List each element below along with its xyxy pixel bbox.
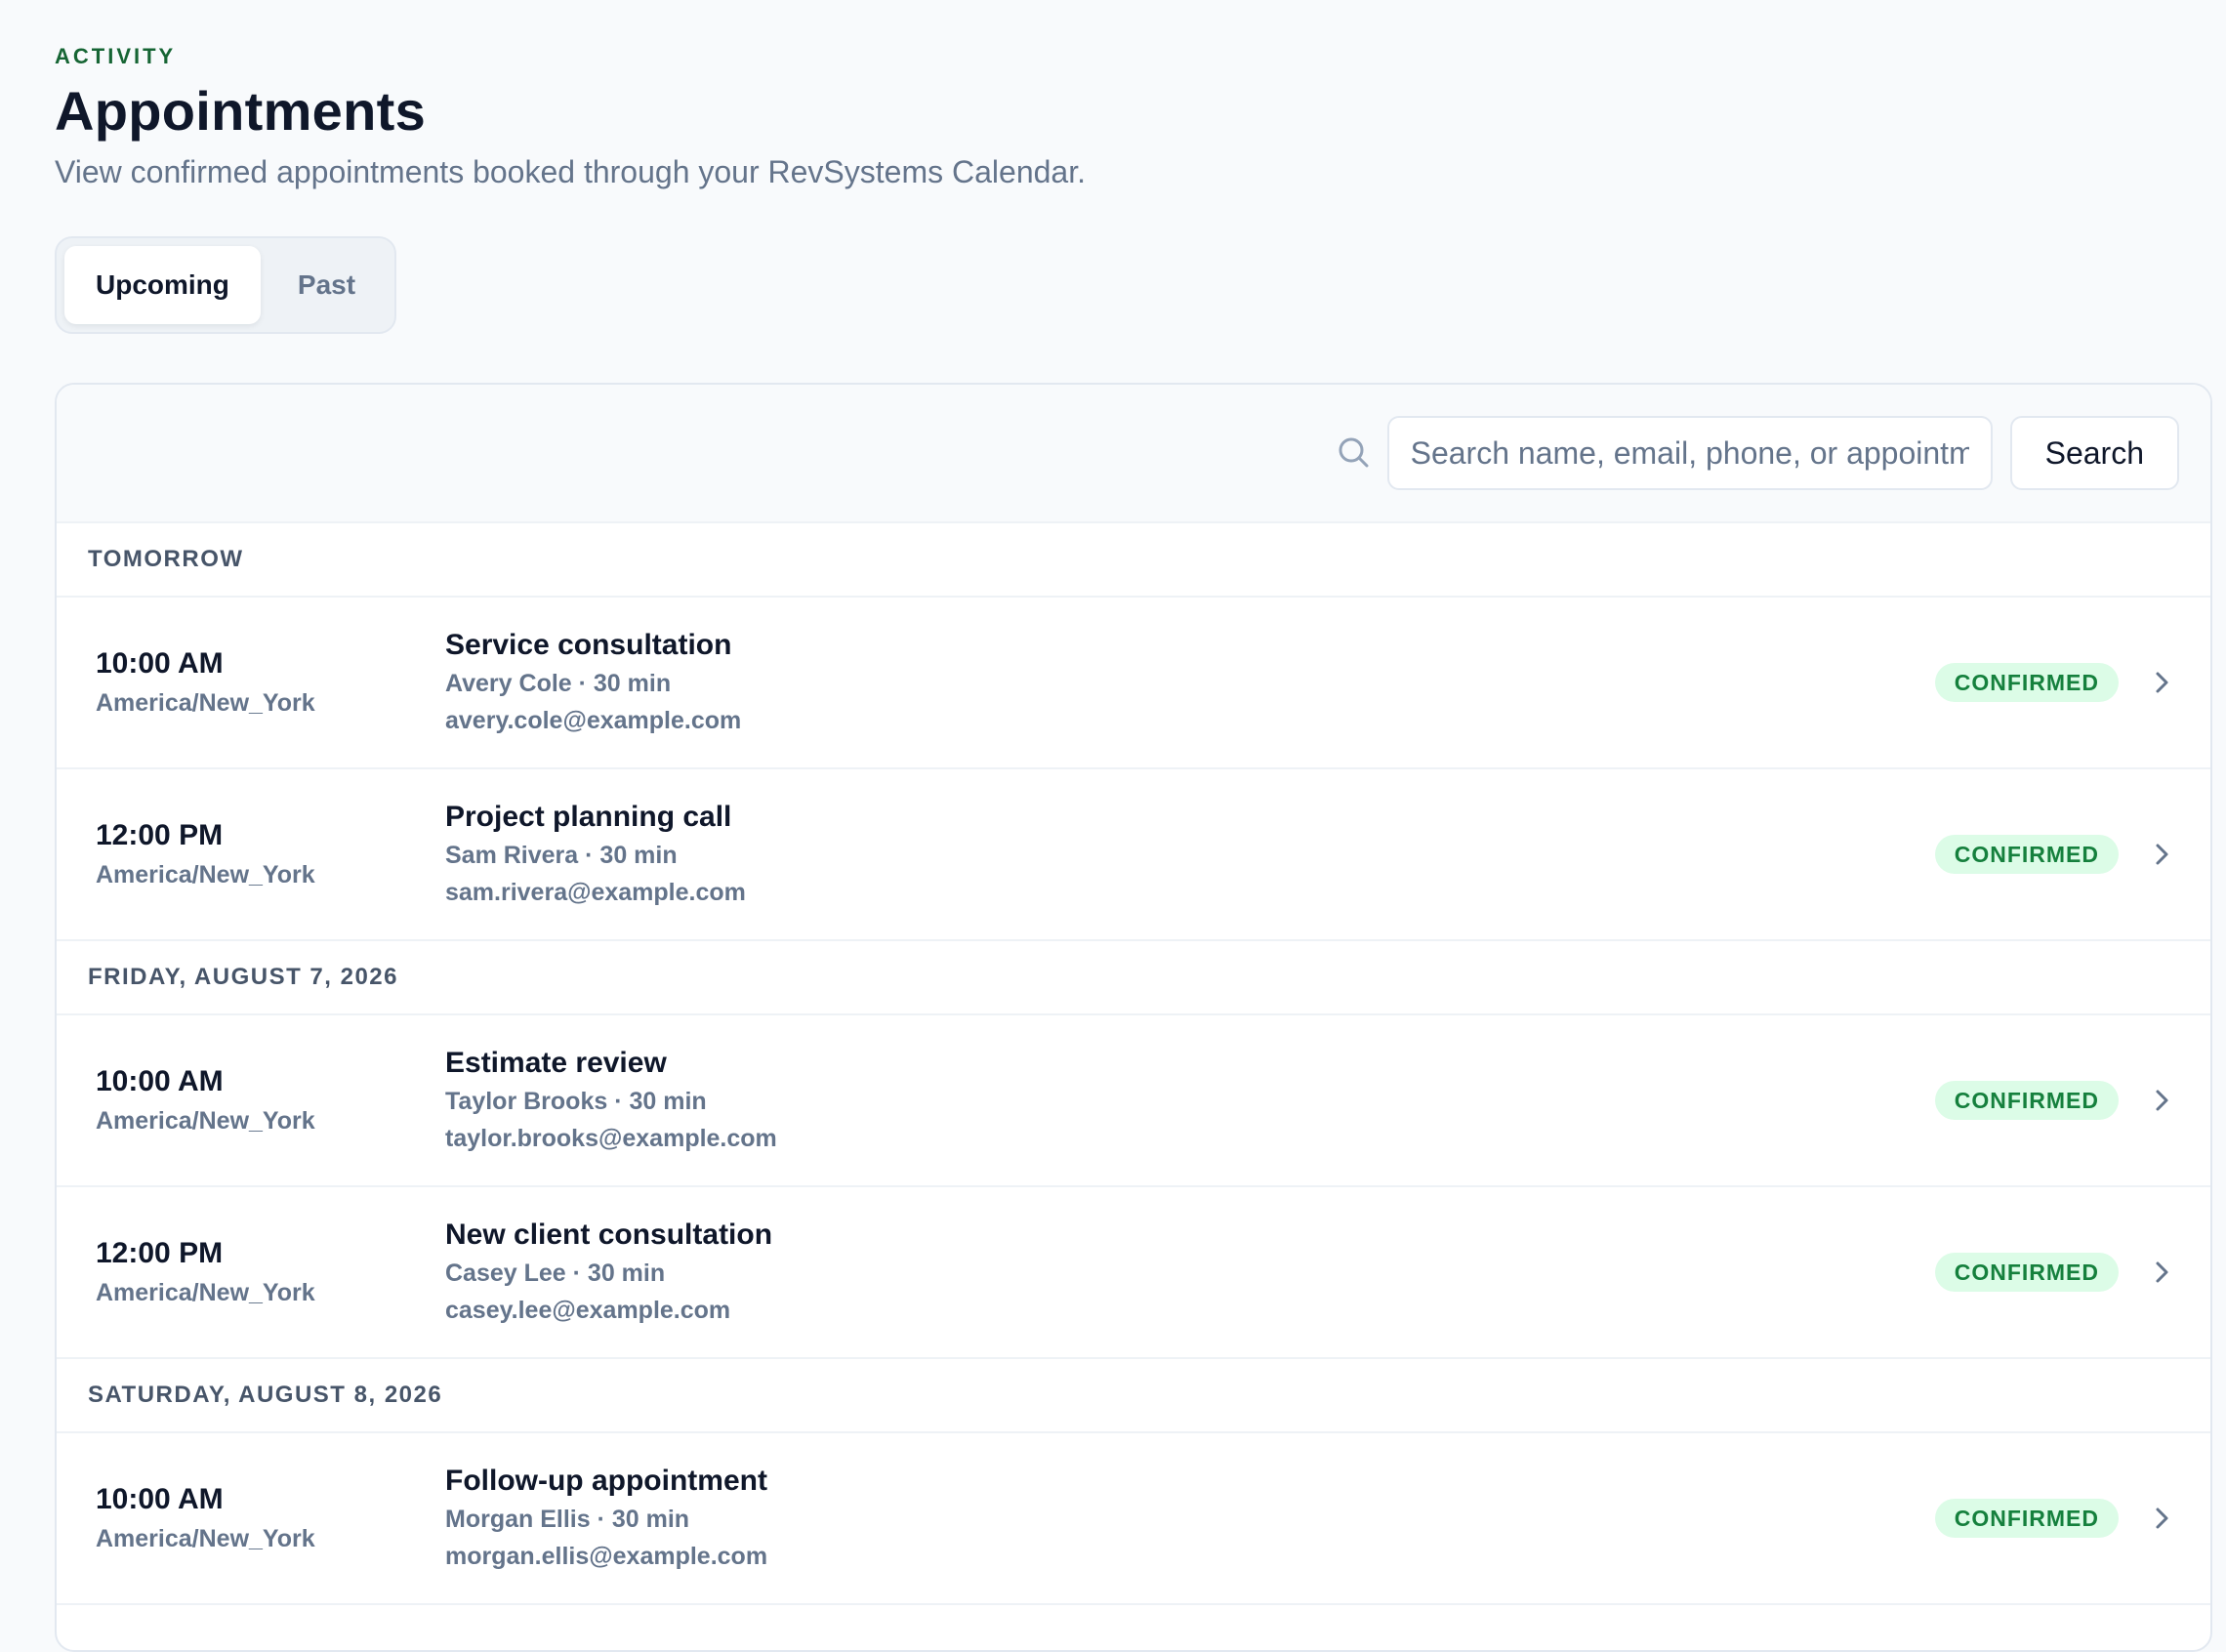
appointment-timezone: America/New_York (96, 1107, 315, 1135)
appointment-email: casey.lee@example.com (445, 1297, 731, 1324)
appointment-row[interactable]: 10:00 AM America/New_York Follow-up appo… (57, 1433, 2210, 1605)
appointment-meta: Avery Cole · 30 min (445, 670, 672, 697)
appointment-time: 10:00 AM (96, 1483, 224, 1515)
appointment-time-block: 10:00 AM America/New_York (57, 644, 445, 721)
appointment-title: New client consultation (445, 1218, 773, 1251)
status-badge: CONFIRMED (1934, 835, 2119, 874)
appointment-details: Service consultation Avery Cole · 30 min… (445, 626, 1935, 739)
status-badge: CONFIRMED (1934, 1499, 2119, 1538)
appointment-title: Project planning call (445, 801, 732, 833)
appointment-row[interactable]: 12:00 PM America/New_York Project planni… (57, 769, 2210, 941)
page-subtitle: View confirmed appointments booked throu… (55, 154, 1086, 189)
appointment-time-block: 12:00 PM America/New_York (57, 816, 445, 892)
tab-past[interactable]: Past (267, 246, 387, 324)
appointment-time: 10:00 AM (96, 647, 224, 680)
appointment-list: TOMORROW 10:00 AM America/New_York Servi… (57, 523, 2210, 1605)
appointment-details: Project planning call Sam Rivera · 30 mi… (445, 798, 1935, 911)
appointments-page: ACTIVITY Appointments View confirmed app… (55, 43, 2212, 1652)
appointment-timezone: America/New_York (96, 1279, 315, 1306)
appointment-time-block: 10:00 AM America/New_York (57, 1062, 445, 1138)
appointment-details: New client consultation Casey Lee · 30 m… (445, 1216, 1935, 1329)
appointments-card: Search TOMORROW 10:00 AM America/New_Yor… (55, 383, 2212, 1652)
appointment-meta: Casey Lee · 30 min (445, 1260, 666, 1287)
date-group-header: FRIDAY, AUGUST 7, 2026 (57, 941, 2210, 1015)
appointment-title: Service consultation (445, 629, 732, 661)
chevron-right-icon[interactable] (2142, 663, 2181, 702)
search-button[interactable]: Search (2009, 416, 2179, 490)
search-input[interactable] (1386, 416, 1993, 490)
appointment-time: 12:00 PM (96, 1237, 224, 1269)
search-toolbar: Search (57, 385, 2210, 523)
appointment-details: Estimate review Taylor Brooks · 30 min t… (445, 1044, 1935, 1157)
page-title: Appointments (55, 80, 427, 142)
appointment-timezone: America/New_York (96, 1525, 315, 1552)
appointment-meta: Taylor Brooks · 30 min (445, 1088, 707, 1115)
appointment-time: 12:00 PM (96, 819, 224, 851)
section-eyebrow: ACTIVITY (55, 44, 177, 68)
status-badge: CONFIRMED (1934, 1081, 2119, 1120)
appointment-meta: Morgan Ellis · 30 min (445, 1506, 690, 1533)
appointment-title: Estimate review (445, 1047, 667, 1079)
tab-upcoming[interactable]: Upcoming (64, 246, 261, 324)
appointment-time-block: 12:00 PM America/New_York (57, 1234, 445, 1310)
appointment-details: Follow-up appointment Morgan Ellis · 30 … (445, 1462, 1935, 1575)
appointment-time: 10:00 AM (96, 1065, 224, 1097)
appointment-title: Follow-up appointment (445, 1465, 767, 1497)
appointment-email: avery.cole@example.com (445, 707, 742, 734)
chevron-right-icon[interactable] (2142, 1081, 2181, 1120)
date-group-header: SATURDAY, AUGUST 8, 2026 (57, 1359, 2210, 1433)
appointment-email: taylor.brooks@example.com (445, 1125, 777, 1152)
search-icon (1335, 434, 1374, 473)
chevron-right-icon[interactable] (2142, 835, 2181, 874)
date-group-header: TOMORROW (57, 523, 2210, 598)
chevron-right-icon[interactable] (2142, 1499, 2181, 1538)
tab-switcher: Upcoming Past (55, 236, 397, 334)
appointment-email: sam.rivera@example.com (445, 879, 746, 906)
appointment-row[interactable]: 10:00 AM America/New_York Estimate revie… (57, 1015, 2210, 1187)
appointment-row[interactable]: 10:00 AM America/New_York Service consul… (57, 598, 2210, 769)
status-badge: CONFIRMED (1934, 663, 2119, 702)
appointment-meta: Sam Rivera · 30 min (445, 842, 678, 869)
appointment-time-block: 10:00 AM America/New_York (57, 1480, 445, 1556)
status-badge: CONFIRMED (1934, 1253, 2119, 1292)
appointment-row[interactable]: 12:00 PM America/New_York New client con… (57, 1187, 2210, 1359)
appointment-timezone: America/New_York (96, 861, 315, 888)
appointment-timezone: America/New_York (96, 689, 315, 717)
chevron-right-icon[interactable] (2142, 1253, 2181, 1292)
appointment-email: morgan.ellis@example.com (445, 1543, 768, 1570)
